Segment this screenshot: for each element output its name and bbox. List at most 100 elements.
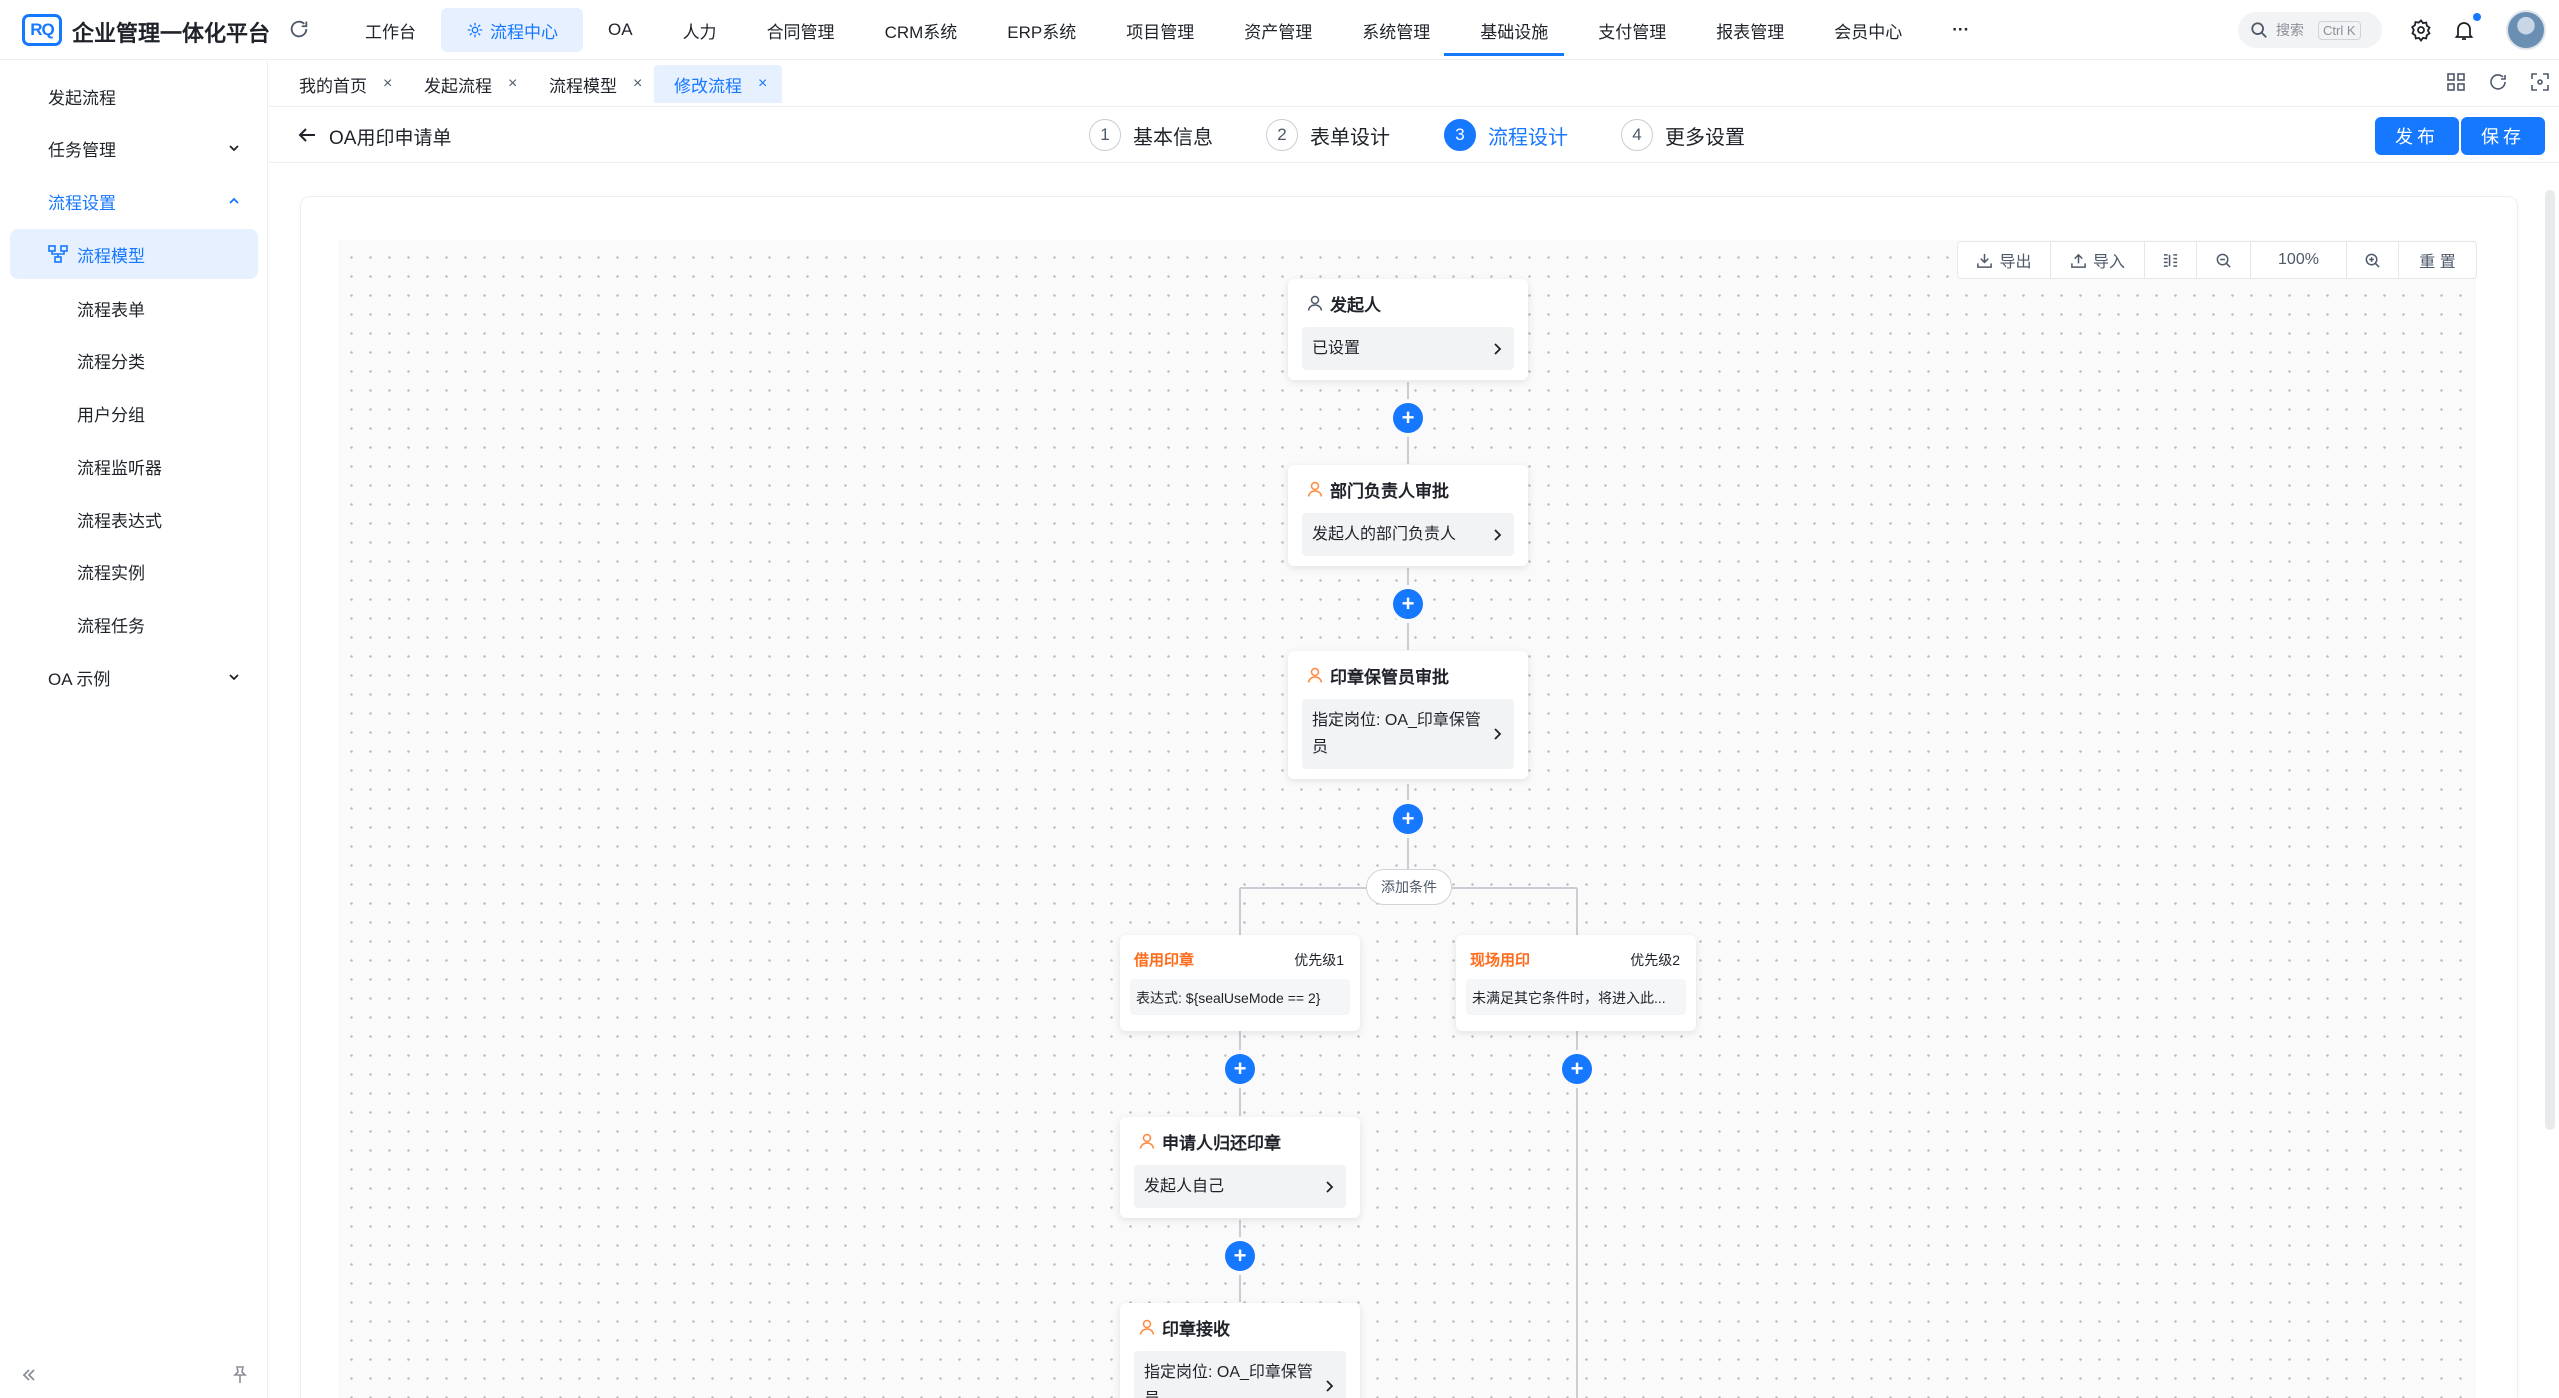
zoom-in-button[interactable] bbox=[2347, 241, 2399, 279]
nav-system[interactable]: 系统管理 bbox=[1337, 8, 1455, 52]
add-node-button[interactable]: + bbox=[1225, 1054, 1255, 1084]
nav-member[interactable]: 会员中心 bbox=[1809, 8, 1927, 52]
sidebar-item-oa-example[interactable]: OA 示例 bbox=[10, 652, 258, 702]
add-node-button[interactable]: + bbox=[1393, 589, 1423, 619]
sidebar-item-process-instance[interactable]: 流程实例 bbox=[10, 546, 258, 596]
nav-workbench[interactable]: 工作台 bbox=[340, 8, 441, 52]
node-content[interactable]: 指定岗位: OA_印章保管员 bbox=[1134, 1351, 1346, 1398]
approver-icon bbox=[1307, 667, 1323, 683]
canvas-scrollbar[interactable] bbox=[2545, 190, 2555, 1130]
bell-icon[interactable] bbox=[2452, 18, 2476, 42]
add-node-button[interactable]: + bbox=[1225, 1241, 1255, 1271]
node-content-text: 已设置 bbox=[1312, 340, 1361, 357]
node-dept-approve[interactable]: 部门负责人审批 发起人的部门负责人 bbox=[1288, 465, 1528, 566]
node-seal-keeper-approve[interactable]: 印章保管员审批 指定岗位: OA_印章保管员 bbox=[1288, 651, 1528, 779]
nav-erp[interactable]: ERP系统 bbox=[982, 8, 1101, 52]
nav-process-center[interactable]: 流程中心 bbox=[441, 8, 583, 52]
step-number: 3 bbox=[1444, 119, 1476, 151]
notification-dot bbox=[2473, 13, 2481, 21]
refresh-icon[interactable] bbox=[288, 18, 310, 40]
condition-name: 借用印章 bbox=[1134, 952, 1195, 969]
nav-more[interactable]: ··· bbox=[1927, 8, 1994, 52]
sidebar-item-process-settings[interactable]: 流程设置 bbox=[10, 176, 258, 226]
sidebar-item-user-group[interactable]: 用户分组 bbox=[10, 388, 258, 438]
nav-contract[interactable]: 合同管理 bbox=[742, 8, 860, 52]
sidebar-item-process-form[interactable]: 流程表单 bbox=[10, 283, 258, 333]
layout-icon bbox=[2163, 253, 2178, 267]
chevron-right-icon bbox=[1326, 1180, 1334, 1193]
condition-expression: 表达式: ${sealUseMode == 2} bbox=[1130, 979, 1350, 1015]
zoom-out-button[interactable] bbox=[2197, 241, 2251, 279]
node-content[interactable]: 发起人的部门负责人 bbox=[1302, 513, 1514, 556]
layout-button[interactable] bbox=[2145, 241, 2197, 279]
nav-report[interactable]: 报表管理 bbox=[1691, 8, 1809, 52]
refresh-icon[interactable] bbox=[2487, 71, 2509, 93]
step-label: 流程设计 bbox=[1488, 126, 1568, 149]
sidebar-item-task-manage[interactable]: 任务管理 bbox=[10, 123, 258, 173]
tab-home[interactable]: 我的首页 × bbox=[269, 65, 407, 103]
condition-branch-borrow[interactable]: 借用印章 优先级1 表达式: ${sealUseMode == 2} bbox=[1120, 935, 1360, 1031]
tab-edit-process[interactable]: 修改流程 × bbox=[654, 65, 783, 103]
process-icon bbox=[467, 22, 483, 38]
reset-button[interactable]: 重 置 bbox=[2399, 241, 2476, 279]
sidebar-item-process-model[interactable]: 流程模型 bbox=[10, 229, 258, 279]
node-initiator[interactable]: 发起人 已设置 bbox=[1288, 279, 1528, 380]
tab-label: 修改流程 bbox=[674, 76, 742, 96]
step-basic-info[interactable]: 1 基本信息 bbox=[1089, 118, 1213, 152]
back-arrow-icon[interactable] bbox=[295, 123, 319, 147]
zoom-in-icon bbox=[2365, 253, 2380, 268]
nav-pay[interactable]: 支付管理 bbox=[1573, 8, 1691, 52]
avatar[interactable] bbox=[2506, 10, 2546, 50]
node-content[interactable]: 已设置 bbox=[1302, 327, 1514, 370]
pin-icon[interactable] bbox=[229, 1364, 251, 1386]
export-button[interactable]: 导出 bbox=[1958, 241, 2051, 279]
add-node-button[interactable]: + bbox=[1393, 403, 1423, 433]
fullscreen-icon[interactable] bbox=[2529, 71, 2551, 93]
collapse-sidebar-icon[interactable] bbox=[18, 1364, 40, 1386]
import-button[interactable]: 导入 bbox=[2051, 241, 2145, 279]
node-return-seal[interactable]: 申请人归还印章 发起人自己 bbox=[1120, 1117, 1360, 1218]
close-icon[interactable]: × bbox=[508, 75, 517, 93]
app-logo[interactable]: RQ bbox=[22, 14, 62, 46]
condition-branch-onsite[interactable]: 现场用印 优先级2 未满足其它条件时，将进入此... bbox=[1456, 935, 1696, 1031]
nav-project[interactable]: 项目管理 bbox=[1101, 8, 1219, 52]
top-header: RQ 企业管理一体化平台 工作台 流程中心 OA 人力 合同管理 CRM系统 E… bbox=[0, 0, 2559, 60]
sidebar-item-process-category[interactable]: 流程分类 bbox=[10, 335, 258, 385]
nav-asset[interactable]: 资产管理 bbox=[1219, 8, 1337, 52]
nav-infra[interactable]: 基础设施 bbox=[1455, 8, 1573, 52]
step-form-design[interactable]: 2 表单设计 bbox=[1266, 118, 1390, 152]
zoom-out-icon bbox=[2216, 253, 2231, 268]
step-process-design[interactable]: 3 流程设计 bbox=[1444, 118, 1568, 152]
nav-crm[interactable]: CRM系统 bbox=[860, 8, 983, 52]
step-label: 基本信息 bbox=[1133, 126, 1213, 149]
tab-start-process[interactable]: 发起流程 × bbox=[394, 65, 532, 103]
condition-name: 现场用印 bbox=[1470, 952, 1531, 969]
close-icon[interactable]: × bbox=[633, 75, 642, 93]
gear-icon[interactable] bbox=[2409, 18, 2433, 42]
add-condition-button[interactable]: 添加条件 bbox=[1366, 869, 1452, 905]
nav-oa[interactable]: OA bbox=[583, 8, 658, 52]
node-seal-receive[interactable]: 印章接收 指定岗位: OA_印章保管员 bbox=[1120, 1303, 1360, 1398]
sidebar-item-label: 流程模型 bbox=[77, 246, 145, 266]
close-icon[interactable]: × bbox=[383, 75, 392, 93]
close-icon[interactable]: × bbox=[758, 75, 767, 93]
sidebar-item-process-expression[interactable]: 流程表达式 bbox=[10, 494, 258, 544]
grid-icon[interactable] bbox=[2445, 71, 2467, 93]
sidebar-item-process-task[interactable]: 流程任务 bbox=[10, 599, 258, 649]
save-button[interactable]: 保存 bbox=[2461, 117, 2545, 155]
step-more-settings[interactable]: 4 更多设置 bbox=[1621, 118, 1745, 152]
tab-label: 我的首页 bbox=[299, 76, 367, 96]
sidebar-item-label: OA 示例 bbox=[48, 669, 111, 689]
node-content[interactable]: 指定岗位: OA_印章保管员 bbox=[1302, 699, 1514, 769]
node-content[interactable]: 发起人自己 bbox=[1134, 1165, 1346, 1208]
sidebar-item-process-listener[interactable]: 流程监听器 bbox=[10, 441, 258, 491]
step-number: 4 bbox=[1621, 119, 1653, 151]
nav-hr[interactable]: 人力 bbox=[658, 8, 742, 52]
add-node-button[interactable]: + bbox=[1562, 1054, 1592, 1084]
node-title: 发起人 bbox=[1330, 295, 1381, 315]
tab-process-model[interactable]: 流程模型 × bbox=[519, 65, 657, 103]
publish-button[interactable]: 发布 bbox=[2375, 117, 2459, 155]
sidebar-item-start-process[interactable]: 发起流程 bbox=[10, 71, 258, 121]
add-node-button[interactable]: + bbox=[1393, 804, 1423, 834]
search-box[interactable]: 搜索 Ctrl K bbox=[2238, 12, 2382, 48]
